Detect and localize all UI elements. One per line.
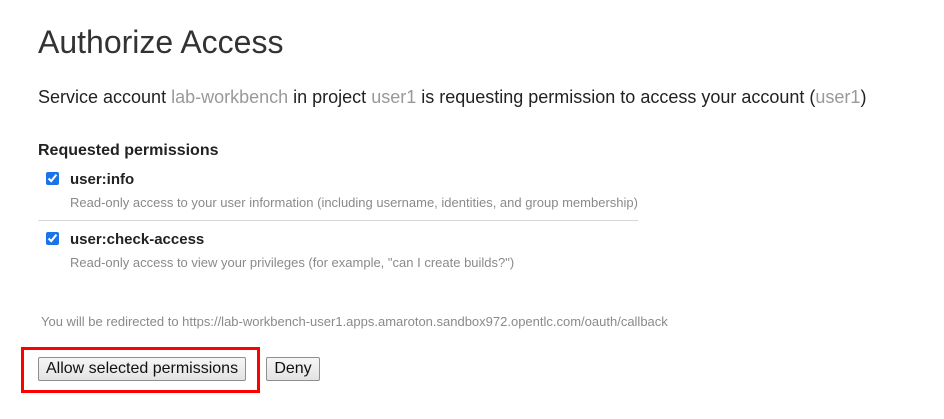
request-middle-1: in project	[288, 87, 372, 107]
permission-checkbox-user-check-access[interactable]	[46, 232, 59, 245]
authorize-page: Authorize Access Service account lab-wor…	[0, 0, 944, 419]
page-title: Authorize Access	[38, 24, 284, 60]
permissions-list: user:info Read-only access to your user …	[38, 165, 638, 280]
permissions-heading: Requested permissions	[38, 142, 219, 159]
permission-description: Read-only access to your user informatio…	[70, 195, 638, 210]
request-middle-2: is requesting permission to access your …	[416, 87, 816, 107]
account-name: user1	[815, 87, 861, 107]
deny-button[interactable]: Deny	[266, 357, 320, 381]
request-prefix: Service account	[38, 87, 172, 107]
redirect-note: You will be redirected to https://lab-wo…	[41, 314, 668, 329]
permission-description: Read-only access to view your privileges…	[70, 255, 515, 270]
permission-name: user:check-access	[70, 231, 205, 248]
permission-name: user:info	[70, 171, 135, 188]
allow-permissions-button[interactable]: Allow selected permissions	[38, 357, 246, 381]
permission-item-user-info: user:info Read-only access to your user …	[38, 165, 638, 221]
permission-item-user-check-access: user:check-access Read-only access to vi…	[38, 225, 638, 280]
project-name: user1	[371, 87, 417, 107]
request-suffix: )	[860, 87, 867, 107]
access-request-text: Service account lab-workbench in project…	[38, 86, 866, 108]
permission-checkbox-user-info[interactable]	[46, 172, 59, 185]
service-account-name: lab-workbench	[171, 87, 289, 107]
